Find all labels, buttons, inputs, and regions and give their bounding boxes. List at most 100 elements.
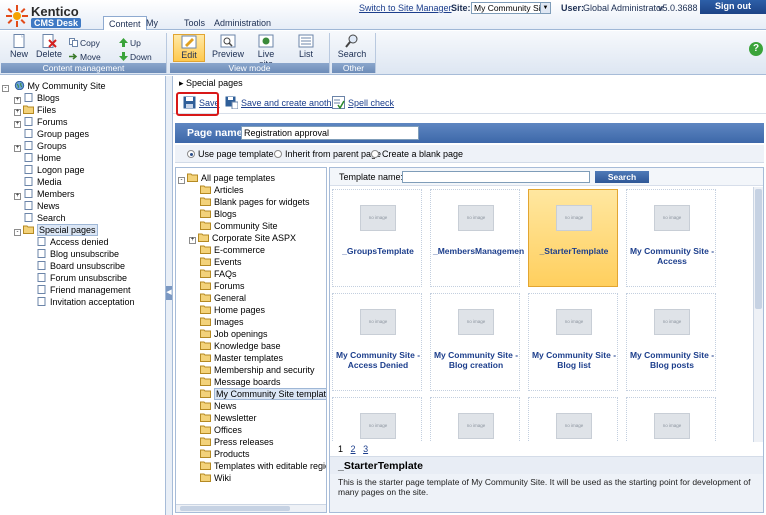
template-card[interactable]: no image My Community Site - Access Denie… [332, 293, 422, 391]
tree-item[interactable]: Group pages [14, 128, 89, 140]
category-item[interactable]: Newsletter [200, 412, 257, 424]
radio-dot[interactable] [371, 150, 379, 158]
site-select[interactable]: My Community Site ▼ [471, 2, 551, 14]
expand-icon[interactable]: + [14, 109, 21, 116]
horizontal-scrollbar[interactable] [176, 504, 326, 512]
switch-to-site-manager-link[interactable]: Switch to Site Manager [359, 3, 452, 13]
category-item[interactable]: My Community Site templates [200, 388, 326, 400]
category-item[interactable]: + Corporate Site ASPX [189, 232, 296, 244]
chevron-down-icon[interactable]: ▼ [540, 3, 550, 13]
template-card[interactable]: no image My Community Site - Access [626, 189, 716, 287]
expand-icon[interactable]: - [14, 229, 21, 236]
page-2[interactable]: 2 [351, 444, 356, 454]
category-item[interactable]: Wiki [200, 472, 231, 484]
spell-check-button[interactable]: Spell check [332, 95, 394, 111]
tree-item[interactable]: Home [14, 152, 61, 164]
category-item[interactable]: Master templates [200, 352, 283, 364]
expand-icon[interactable]: + [14, 193, 21, 200]
tree-item[interactable]: Logon page [14, 164, 85, 176]
radio-dot[interactable] [274, 150, 282, 158]
tree-item[interactable]: + Files [14, 104, 56, 116]
collapse-arrow-icon[interactable]: ◀ [166, 286, 172, 300]
delete-button[interactable]: Delete [33, 34, 65, 62]
panel-splitter[interactable]: ◀ [166, 76, 173, 515]
category-item[interactable]: Articles [200, 184, 244, 196]
edit-button[interactable]: Edit [173, 34, 205, 62]
help-icon[interactable]: ? [749, 42, 763, 56]
category-item[interactable]: Knowledge base [200, 340, 281, 352]
tab-administration[interactable]: Administration [209, 16, 276, 30]
new-button[interactable]: New [3, 34, 35, 62]
copy-button[interactable]: Copy [69, 37, 100, 49]
template-card[interactable]: no image My Community Site - Blog creatio… [430, 293, 520, 391]
template-card[interactable]: no image My Community Site - Blog list [528, 293, 618, 391]
down-button[interactable]: Down [119, 51, 152, 63]
breadcrumb-item[interactable]: Special pages [186, 78, 243, 88]
tree-child-item[interactable]: Blog unsubscribe [36, 248, 119, 260]
tree-child-item[interactable]: Friend management [36, 284, 131, 296]
template-card[interactable]: no image _StarterTemplate [528, 189, 618, 287]
category-item[interactable]: Offices [200, 424, 242, 436]
collapse-icon[interactable]: - [2, 85, 9, 92]
category-item[interactable]: General [200, 292, 246, 304]
template-card[interactable]: no image [528, 397, 618, 442]
page-3[interactable]: 3 [363, 444, 368, 454]
move-button[interactable]: Move [69, 51, 101, 63]
category-item[interactable]: Templates with editable regio [200, 460, 326, 472]
category-item[interactable]: E-commerce [200, 244, 265, 256]
template-card[interactable]: no image [430, 397, 520, 442]
list-button[interactable]: List [290, 34, 322, 62]
category-item[interactable]: Products [200, 448, 250, 460]
tree-child-item[interactable]: Forum unsubscribe [36, 272, 127, 284]
category-item[interactable]: Press releases [200, 436, 274, 448]
tree-item[interactable]: Search [14, 212, 66, 224]
template-card[interactable]: no image [626, 397, 716, 442]
tree-child-item[interactable]: Invitation acceptation [36, 296, 135, 308]
radio-inherit[interactable]: Inherit from parent page [274, 148, 381, 160]
expand-icon[interactable]: + [14, 121, 21, 128]
page-1[interactable]: 1 [338, 444, 343, 454]
template-card[interactable]: no image My Community Site - Blog posts [626, 293, 716, 391]
category-item[interactable]: Blank pages for widgets [200, 196, 310, 208]
scrollbar-thumb[interactable] [755, 189, 762, 309]
expand-icon[interactable]: + [14, 145, 21, 152]
category-item[interactable]: Events [200, 256, 242, 268]
template-card[interactable]: no image [332, 397, 422, 442]
tab-content[interactable]: Content [103, 16, 147, 30]
tree-item[interactable]: + Blogs [14, 92, 60, 104]
save-and-create-button[interactable]: Save and create another [225, 95, 340, 111]
tree-child-item[interactable]: Access denied [36, 236, 109, 248]
page-name-input[interactable]: Registration approval [241, 126, 419, 140]
tree-item[interactable]: Media [14, 176, 62, 188]
expand-icon[interactable]: + [189, 237, 196, 244]
tree-root[interactable]: - My Community Site [2, 80, 106, 92]
tree-item[interactable]: + Members [14, 188, 75, 200]
category-item[interactable]: FAQs [200, 268, 237, 280]
category-item[interactable]: Membership and security [200, 364, 315, 376]
preview-button[interactable]: Preview [212, 34, 244, 62]
template-card[interactable]: no image _MembersManagemen [430, 189, 524, 287]
category-item[interactable]: Images [200, 316, 244, 328]
expand-icon[interactable]: + [14, 97, 21, 104]
tree-child-item[interactable]: Board unsubscribe [36, 260, 125, 272]
template-card[interactable]: no image _GroupsTemplate [332, 189, 422, 287]
collapse-icon[interactable]: - [178, 177, 185, 184]
category-item[interactable]: Job openings [200, 328, 268, 340]
kentico-logo[interactable]: Kentico CMS Desk [6, 3, 106, 29]
radio-use-template[interactable]: Use page template [187, 148, 274, 160]
radio-blank[interactable]: Create a blank page [371, 148, 463, 160]
live-site-button[interactable]: Live site [250, 34, 282, 69]
tree-item[interactable]: + Forums [14, 116, 68, 128]
category-root[interactable]: - All page templates [178, 172, 275, 184]
category-item[interactable]: Message boards [200, 376, 281, 388]
category-item[interactable]: Community Site [200, 220, 278, 232]
search-button[interactable]: Search [336, 34, 368, 62]
category-item[interactable]: Forums [200, 280, 245, 292]
tree-item[interactable]: - Special pages [14, 224, 98, 236]
up-button[interactable]: Up [119, 37, 141, 49]
tab-tools[interactable]: Tools [179, 16, 210, 30]
vertical-scrollbar[interactable] [753, 187, 763, 442]
tab-my-desk[interactable]: My desk [141, 16, 170, 42]
template-search-button[interactable]: Search [595, 171, 649, 183]
category-item[interactable]: Home pages [200, 304, 265, 316]
